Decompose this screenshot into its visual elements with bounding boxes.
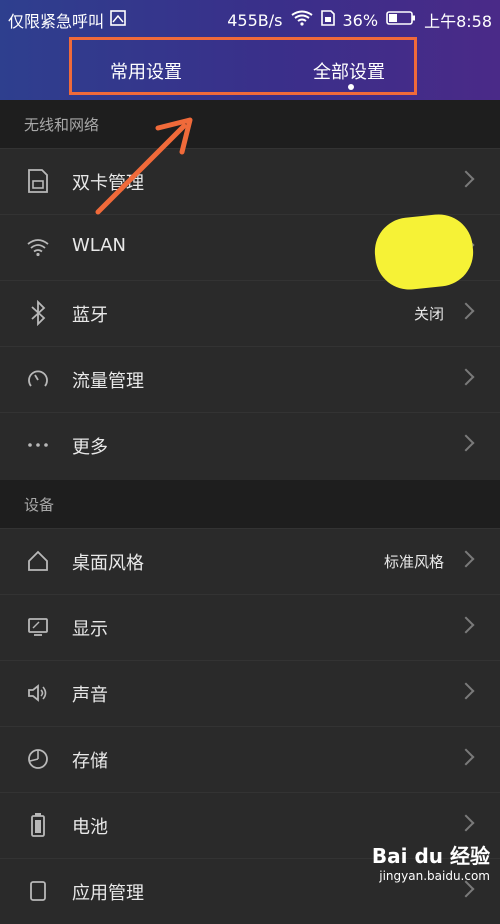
watermark-url: jingyan.baidu.com [379, 869, 490, 883]
watermark-brand: Bai du 经验 [371, 844, 490, 868]
annotation-arrow [95, 117, 193, 215]
baidu-watermark: Bai du 经验 jingyan.baidu.com [372, 840, 490, 883]
